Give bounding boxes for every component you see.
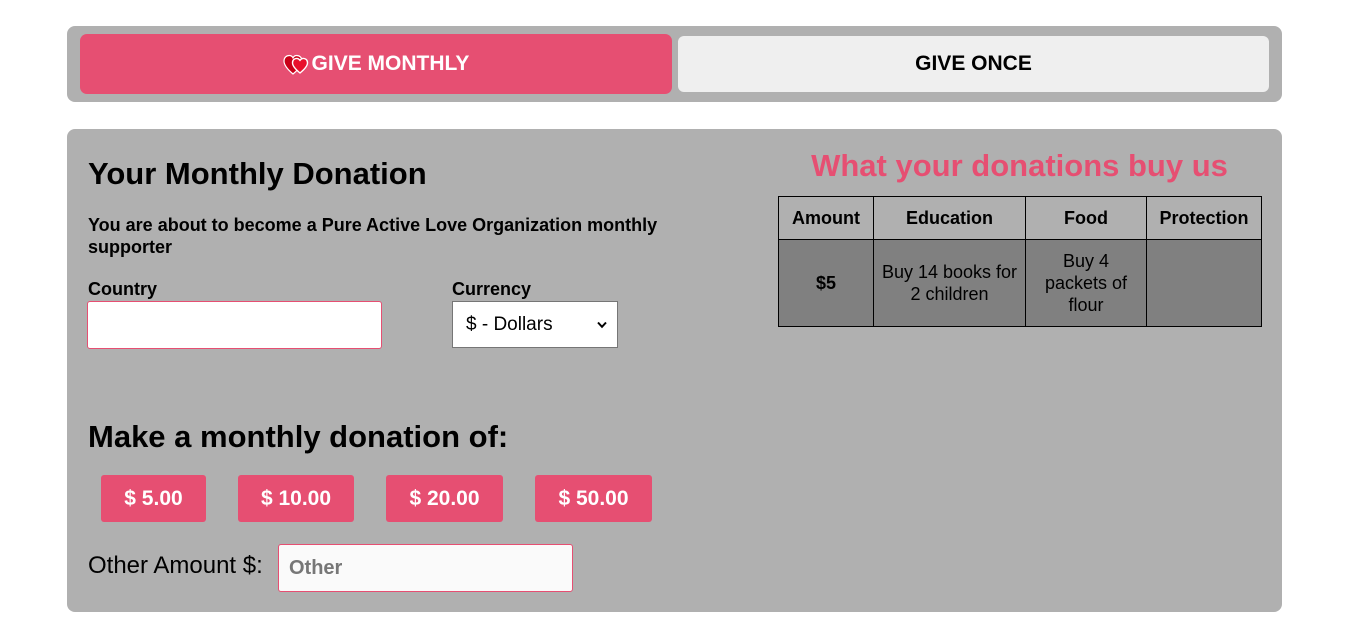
amount-50-button[interactable]: $ 50.00: [535, 475, 652, 522]
tab-give-once-label: GIVE ONCE: [915, 52, 1032, 75]
table-cell-food: Buy 4 packets of flour: [1025, 239, 1147, 327]
chevron-down-icon: [597, 321, 607, 329]
column-header-amount: Amount: [778, 196, 874, 240]
impact-heading: What your donations buy us: [811, 148, 1228, 183]
table-cell-education: Buy 14 books for 2 children: [873, 239, 1026, 327]
column-header-protection: Protection: [1146, 196, 1262, 240]
impact-table: Amount Education Food Protection $5 Buy …: [778, 196, 1262, 327]
page-title: Your Monthly Donation: [88, 156, 427, 191]
column-header-education: Education: [873, 196, 1026, 240]
amount-10-button[interactable]: $ 10.00: [238, 475, 354, 522]
donation-amount-heading: Make a monthly donation of:: [88, 419, 509, 454]
donation-subtitle: You are about to become a Pure Active Lo…: [88, 215, 658, 257]
table-header-row: Amount Education Food Protection: [778, 196, 1262, 240]
amount-5-button[interactable]: $ 5.00: [101, 475, 206, 522]
table-cell-amount: $5: [778, 239, 874, 327]
two-hearts-icon: [282, 53, 311, 77]
table-row: $5 Buy 14 books for 2 children Buy 4 pac…: [778, 239, 1262, 327]
tab-give-monthly[interactable]: GIVE MONTHLY: [80, 34, 672, 94]
table-cell-protection: [1146, 239, 1262, 327]
currency-label: Currency: [452, 279, 532, 299]
other-amount-label: Other Amount $:: [88, 552, 263, 579]
country-field[interactable]: [87, 301, 382, 349]
amount-20-button[interactable]: $ 20.00: [386, 475, 503, 522]
currency-select[interactable]: $ - Dollars: [452, 301, 618, 348]
donation-type-tabs: GIVE MONTHLY GIVE ONCE: [67, 26, 1282, 102]
currency-selected-value: $ - Dollars: [466, 313, 553, 335]
tab-give-monthly-label: GIVE MONTHLY: [311, 52, 470, 75]
column-header-food: Food: [1025, 196, 1147, 240]
tab-give-once[interactable]: GIVE ONCE: [678, 36, 1269, 92]
other-amount-input[interactable]: [278, 544, 573, 592]
monthly-donation-panel: Your Monthly Donation You are about to b…: [67, 129, 1282, 612]
country-label: Country: [88, 279, 157, 299]
